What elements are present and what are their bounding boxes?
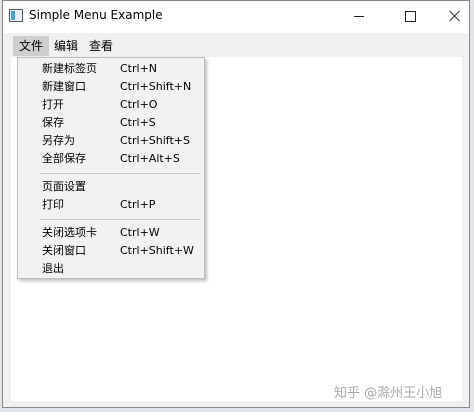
menu-item-open[interactable]: 打开 Ctrl+O <box>18 96 204 114</box>
menu-item-close-tab[interactable]: 关闭选项卡 Ctrl+W <box>18 224 204 242</box>
title-bar[interactable]: Simple Menu Example <box>3 1 469 33</box>
menu-separator <box>40 173 200 174</box>
menu-item-shortcut: Ctrl+W <box>120 226 160 239</box>
menu-item-print[interactable]: 打印 Ctrl+P <box>18 196 204 214</box>
watermark-text: 知乎 @滁州王小旭 <box>334 386 443 401</box>
menu-item-shortcut: Ctrl+Alt+S <box>120 152 180 165</box>
app-icon <box>9 9 23 22</box>
menu-item-new-window[interactable]: 新建窗口 Ctrl+Shift+N <box>18 78 204 96</box>
menu-item-shortcut: Ctrl+Shift+W <box>120 244 194 257</box>
menu-item-label: 退出 <box>42 262 64 275</box>
menu-item-exit[interactable]: 退出 <box>18 260 204 278</box>
menu-item-save-as[interactable]: 另存为 Ctrl+Shift+S <box>18 132 204 150</box>
file-dropdown-menu: 新建标签页 Ctrl+N 新建窗口 Ctrl+Shift+N 打开 Ctrl+O… <box>17 57 205 279</box>
menu-item-label: 保存 <box>42 116 64 129</box>
menu-item-shortcut: Ctrl+S <box>120 116 156 129</box>
minimize-button[interactable] <box>337 1 381 31</box>
app-window: Simple Menu Example 文件 编辑 查看 新建标签页 Ctrl+… <box>2 0 470 408</box>
menu-item-label: 页面设置 <box>42 180 86 193</box>
menu-separator <box>40 219 200 220</box>
menu-item-close-window[interactable]: 关闭窗口 Ctrl+Shift+W <box>18 242 204 260</box>
menu-item-label: 关闭窗口 <box>42 244 86 257</box>
window-title: Simple Menu Example <box>29 8 163 22</box>
menu-item-save-all[interactable]: 全部保存 Ctrl+Alt+S <box>18 150 204 168</box>
menu-item-page-setup[interactable]: 页面设置 <box>18 178 204 196</box>
menu-item-label: 打开 <box>42 98 64 111</box>
menu-file[interactable]: 文件 <box>13 36 50 56</box>
menu-item-shortcut: Ctrl+Shift+S <box>120 134 190 147</box>
close-button[interactable] <box>433 1 474 31</box>
maximize-icon <box>404 10 416 22</box>
menu-edit[interactable]: 编辑 <box>48 36 84 56</box>
menu-item-shortcut: Ctrl+P <box>120 198 156 211</box>
menu-view[interactable]: 查看 <box>83 36 119 56</box>
menu-item-label: 打印 <box>42 198 64 211</box>
menu-item-label: 新建标签页 <box>42 62 97 75</box>
menu-item-shortcut: Ctrl+Shift+N <box>120 80 192 93</box>
menu-item-save[interactable]: 保存 Ctrl+S <box>18 114 204 132</box>
menu-item-label: 另存为 <box>42 134 75 147</box>
menu-item-label: 关闭选项卡 <box>42 226 97 239</box>
close-icon <box>449 10 461 22</box>
menu-item-shortcut: Ctrl+O <box>120 98 158 111</box>
maximize-button[interactable] <box>388 1 432 31</box>
menu-item-label: 新建窗口 <box>42 80 86 93</box>
menu-item-label: 全部保存 <box>42 152 86 165</box>
minimize-icon <box>354 15 364 17</box>
menu-bar: 文件 编辑 查看 <box>3 36 469 56</box>
menu-item-new-tab[interactable]: 新建标签页 Ctrl+N <box>18 60 204 78</box>
menu-item-shortcut: Ctrl+N <box>120 62 158 75</box>
